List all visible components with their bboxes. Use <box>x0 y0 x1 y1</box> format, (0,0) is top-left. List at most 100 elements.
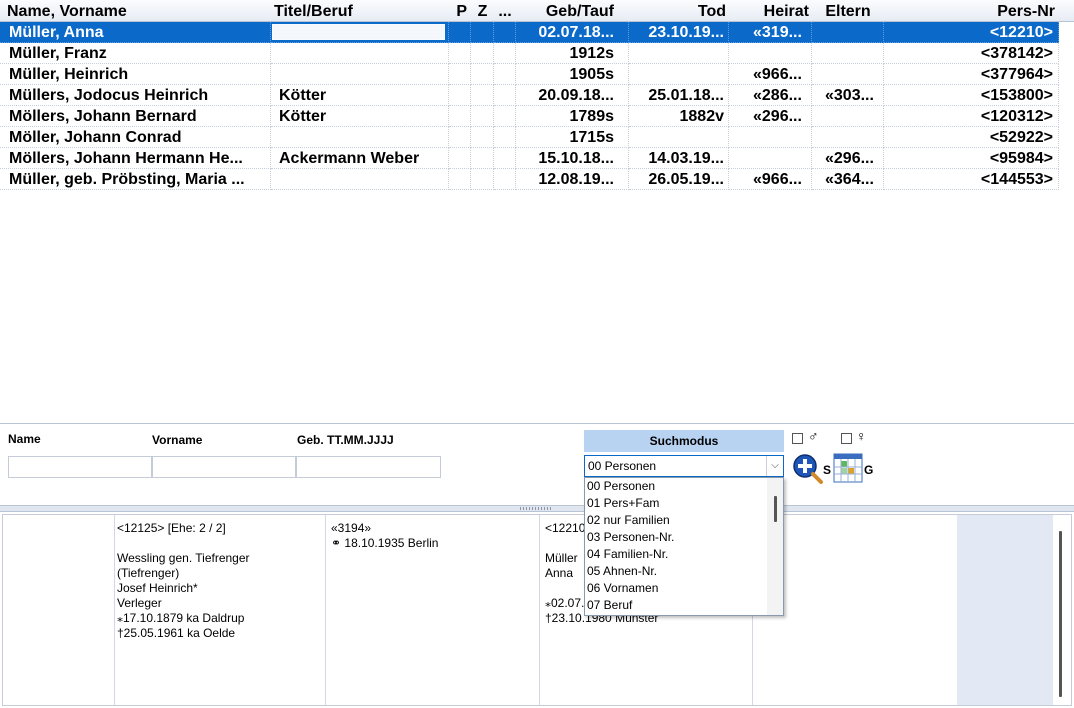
cell-more[interactable] <box>494 106 516 127</box>
column-header-eltern[interactable]: Eltern <box>812 0 884 21</box>
table-row[interactable]: Müller, Heinrich 1905s «966... <377964> <box>0 64 1059 85</box>
dropdown-scrollbar-thumb[interactable] <box>774 496 777 522</box>
cell-pers-nr[interactable]: <95984> <box>884 148 1059 169</box>
cell-name[interactable]: Möllers, Johann Bernard <box>0 106 271 127</box>
cell-name[interactable]: Möllers, Johann Hermann He... <box>0 148 271 169</box>
cell-p[interactable] <box>449 43 471 64</box>
cell-pers-nr[interactable]: <52922> <box>884 127 1059 148</box>
husband-column[interactable]: <12125> [Ehe: 2 / 2] Wessling gen. Tiefr… <box>115 515 326 705</box>
cell-name[interactable]: Müller, geb. Pröbsting, Maria ... <box>0 169 271 190</box>
column-header-p[interactable]: P <box>449 0 471 21</box>
cell-heirat[interactable]: «966... <box>729 169 812 190</box>
column-header-pers-nr[interactable]: Pers-Nr <box>884 0 1058 21</box>
splitter-grip-icon[interactable] <box>520 507 552 510</box>
cell-more[interactable] <box>494 148 516 169</box>
cell-p[interactable] <box>449 22 471 43</box>
cell-geb[interactable]: 20.09.18... <box>516 85 629 106</box>
cell-heirat[interactable] <box>729 148 812 169</box>
cell-z[interactable] <box>471 169 494 190</box>
column-header-z[interactable]: Z <box>471 0 494 21</box>
column-header-geb[interactable]: Geb/Tauf <box>516 0 629 21</box>
cell-heirat[interactable] <box>729 43 812 64</box>
cell-tod[interactable]: 25.01.18... <box>629 85 729 106</box>
cell-geb[interactable]: 1715s <box>516 127 629 148</box>
cell-heirat[interactable] <box>729 127 812 148</box>
cell-geb[interactable]: 12.08.19... <box>516 169 629 190</box>
cell-eltern[interactable] <box>812 127 884 148</box>
cell-eltern[interactable]: «364... <box>812 169 884 190</box>
geb-date-input[interactable] <box>296 456 441 478</box>
cell-eltern[interactable] <box>812 43 884 64</box>
chevron-down-icon[interactable]: ⌵ <box>766 456 783 476</box>
table-row[interactable]: Möllers, Johann Hermann He... Ackermann W… <box>0 148 1059 169</box>
dropdown-scrollbar[interactable] <box>767 478 783 615</box>
dropdown-option[interactable]: 00 Personen <box>585 478 783 495</box>
table-row[interactable]: Müllers, Jodocus Heinrich Kötter 20.09.18.… <box>0 85 1059 106</box>
dropdown-option[interactable]: 06 Vornamen <box>585 580 783 597</box>
cell-eltern[interactable] <box>812 106 884 127</box>
cell-eltern[interactable]: «303... <box>812 85 884 106</box>
cell-heirat[interactable]: «319... <box>729 22 812 43</box>
cell-p[interactable] <box>449 64 471 85</box>
cell-name[interactable]: Müllers, Jodocus Heinrich <box>0 85 271 106</box>
cell-z[interactable] <box>471 106 494 127</box>
name-search-input[interactable] <box>8 456 152 478</box>
family-panel-scrollbar[interactable] <box>1059 531 1062 697</box>
cell-z[interactable] <box>471 64 494 85</box>
column-header-titel[interactable]: Titel/Beruf <box>271 0 449 21</box>
marriage-column[interactable]: «3194» ⚭ 18.10.1935 Berlin <box>326 515 540 705</box>
cell-titel[interactable] <box>271 43 449 64</box>
cell-tod[interactable] <box>629 127 729 148</box>
dropdown-option[interactable]: 04 Familien-Nr. <box>585 546 783 563</box>
cell-pers-nr[interactable]: <12210> <box>884 22 1059 43</box>
cell-tod[interactable]: 14.03.19... <box>629 148 729 169</box>
suchmodus-select[interactable]: 00 Personen ⌵ <box>584 455 784 477</box>
cell-eltern[interactable]: «296... <box>812 148 884 169</box>
cell-titel[interactable] <box>271 169 449 190</box>
dropdown-option[interactable]: 07 Beruf <box>585 597 783 614</box>
cell-z[interactable] <box>471 85 494 106</box>
cell-name[interactable]: Müller, Anna <box>0 22 271 43</box>
cell-pers-nr[interactable]: <153800> <box>884 85 1059 106</box>
grid-view-button[interactable]: G <box>833 453 873 485</box>
cell-p[interactable] <box>449 127 471 148</box>
cell-titel[interactable]: Kötter <box>271 85 449 106</box>
vorname-search-input[interactable] <box>152 456 296 478</box>
search-add-button[interactable]: S <box>792 453 831 485</box>
children-area[interactable] <box>957 515 1053 705</box>
cell-heirat[interactable]: «286... <box>729 85 812 106</box>
cell-p[interactable] <box>449 85 471 106</box>
column-header-more[interactable]: ... <box>494 0 516 21</box>
cell-pers-nr[interactable]: <377964> <box>884 64 1059 85</box>
cell-name[interactable]: Müller, Heinrich <box>0 64 271 85</box>
panel-splitter[interactable] <box>0 505 1074 512</box>
cell-heirat[interactable]: «966... <box>729 64 812 85</box>
cell-tod[interactable]: 23.10.19... <box>629 22 729 43</box>
cell-z[interactable] <box>471 127 494 148</box>
cell-z[interactable] <box>471 148 494 169</box>
cell-geb[interactable]: 15.10.18... <box>516 148 629 169</box>
dropdown-option[interactable]: 05 Ahnen-Nr. <box>585 563 783 580</box>
cell-titel[interactable]: Ackermann Weber <box>271 148 449 169</box>
column-header-tod[interactable]: Tod <box>629 0 729 21</box>
cell-geb[interactable]: 1905s <box>516 64 629 85</box>
male-filter-checkbox[interactable] <box>792 433 803 444</box>
cell-tod[interactable] <box>629 43 729 64</box>
cell-more[interactable] <box>494 22 516 43</box>
cell-pers-nr[interactable]: <120312> <box>884 106 1059 127</box>
cell-edit-focus[interactable] <box>272 24 445 40</box>
cell-geb[interactable]: 1912s <box>516 43 629 64</box>
cell-more[interactable] <box>494 85 516 106</box>
cell-eltern[interactable] <box>812 64 884 85</box>
cell-name[interactable]: Möller, Johann Conrad <box>0 127 271 148</box>
cell-geb[interactable]: 02.07.18... <box>516 22 629 43</box>
cell-titel[interactable] <box>271 127 449 148</box>
cell-titel[interactable]: Kötter <box>271 106 449 127</box>
cell-geb[interactable]: 1789s <box>516 106 629 127</box>
cell-z[interactable] <box>471 43 494 64</box>
cell-more[interactable] <box>494 169 516 190</box>
dropdown-option[interactable]: 01 Pers+Fam <box>585 495 783 512</box>
column-header-heirat[interactable]: Heirat <box>729 0 812 21</box>
table-row[interactable]: Möller, Johann Conrad 1715s <52922> <box>0 127 1059 148</box>
cell-p[interactable] <box>449 169 471 190</box>
